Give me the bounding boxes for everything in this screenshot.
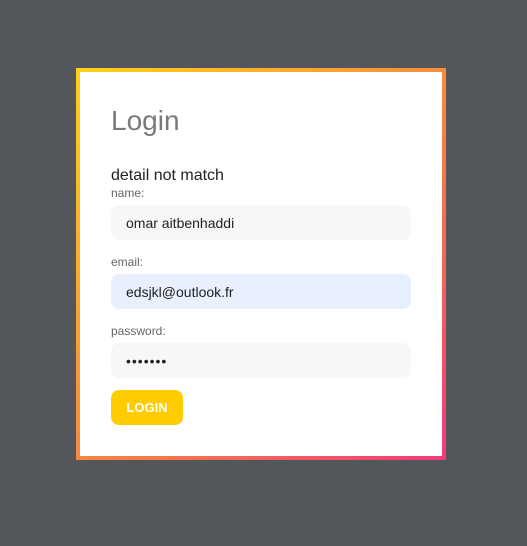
error-message: detail not match <box>111 167 224 184</box>
login-button[interactable]: LOGIN <box>111 390 183 425</box>
password-input[interactable] <box>111 343 411 378</box>
login-card-frame: Login detail not match name: email: pass… <box>76 68 446 460</box>
page-title: Login <box>111 105 180 136</box>
password-label: password: <box>111 324 166 338</box>
email-label: email: <box>111 255 144 269</box>
login-card: Login detail not match name: email: pass… <box>80 72 442 456</box>
email-input[interactable] <box>111 274 411 309</box>
name-input[interactable] <box>111 205 411 240</box>
name-label: name: <box>111 186 145 200</box>
